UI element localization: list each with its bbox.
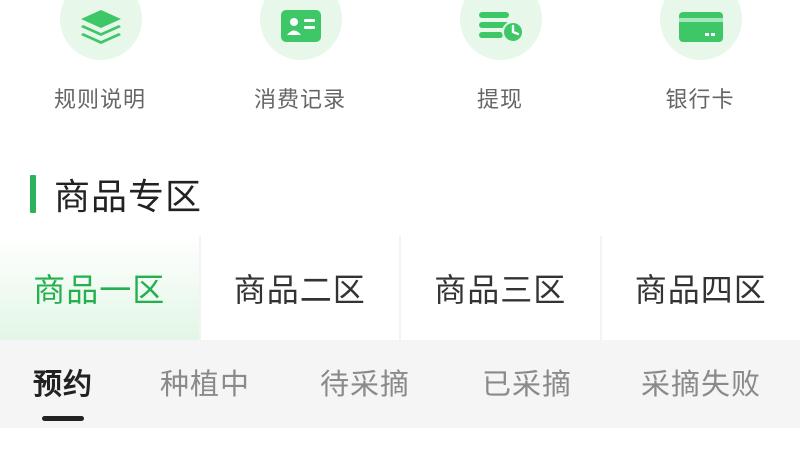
tab-status-reserve[interactable]: 预约 (33, 340, 93, 428)
tab-zone-3[interactable]: 商品三区 (401, 236, 600, 340)
quick-action-rules[interactable]: 规则说明 (0, 0, 200, 130)
quick-actions-row: 规则说明 消费记录 提现 银行卡 (0, 0, 800, 130)
quick-action-label: 银行卡 (665, 88, 735, 113)
active-tab-indicator (42, 416, 84, 421)
id-card-icon (281, 10, 321, 42)
tab-status-picked[interactable]: 已采摘 (482, 340, 572, 428)
status-tabs: 预约 种植中 待采摘 已采摘 采摘失败 (0, 340, 800, 428)
page-root: 规则说明 消费记录 提现 银行卡 商品专区 商品一区 商品二区 商品三区 商品四… (0, 0, 800, 450)
tab-zone-4[interactable]: 商品四区 (601, 236, 800, 340)
tab-status-to-pick[interactable]: 待采摘 (320, 340, 410, 428)
quick-action-icon-bg (60, 0, 142, 60)
section-header: 商品专区 (30, 172, 202, 218)
content-area (0, 428, 800, 450)
quick-action-consumption-records[interactable]: 消费记录 (200, 0, 400, 130)
layers-icon (81, 10, 121, 44)
quick-action-label: 规则说明 (53, 88, 146, 113)
quick-action-icon-bg (460, 0, 542, 60)
section-accent-bar (30, 175, 36, 213)
quick-action-withdraw[interactable]: 提现 (400, 0, 600, 130)
quick-action-icon-bg (660, 0, 742, 60)
quick-action-label: 消费记录 (253, 88, 346, 113)
tab-zone-2[interactable]: 商品二区 (200, 236, 399, 340)
zone-tabs: 商品一区 商品二区 商品三区 商品四区 (0, 236, 800, 340)
quick-action-label: 提现 (476, 88, 523, 113)
tab-status-pick-failed[interactable]: 采摘失败 (641, 340, 761, 428)
quick-action-bank-card[interactable]: 银行卡 (600, 0, 800, 130)
tab-zone-1[interactable]: 商品一区 (0, 236, 199, 340)
cash-clock-icon (479, 12, 524, 43)
tab-status-planting[interactable]: 种植中 (160, 340, 250, 428)
section-title: 商品专区 (54, 177, 203, 218)
bank-card-icon (679, 12, 723, 42)
quick-action-icon-bg (260, 0, 342, 60)
